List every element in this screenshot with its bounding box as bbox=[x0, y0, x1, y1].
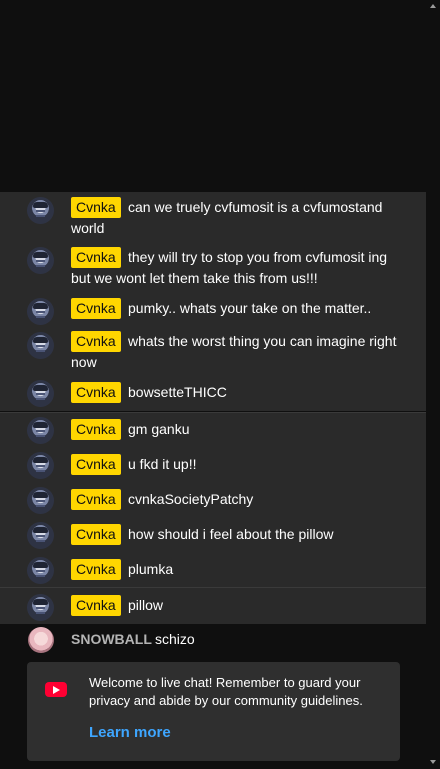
chat-message: Cvnka can we truely cvfumosit is a cvfum… bbox=[0, 192, 426, 244]
message-text: cvnkaSocietyPatchy bbox=[128, 491, 254, 507]
message-text: whats the worst thing you can imagine ri… bbox=[71, 333, 397, 370]
message-text: plumka bbox=[128, 561, 174, 577]
message-text: can we truely cvfumosit is a cvfumostand… bbox=[71, 199, 383, 236]
user-avatar[interactable] bbox=[27, 594, 54, 621]
highlighted-message-group: Cvnka pillow bbox=[0, 587, 426, 624]
chat-message: Cvnka whats the worst thing you can imag… bbox=[0, 330, 426, 375]
scroll-up-icon[interactable] bbox=[430, 4, 436, 8]
user-avatar[interactable] bbox=[27, 197, 54, 224]
chat-message: Cvnka cvnkaSocietyPatchy bbox=[0, 483, 426, 518]
chat-message: Cvnka how should i feel about the pillow bbox=[0, 518, 426, 553]
chat-message: Cvnka pillow bbox=[0, 588, 426, 624]
snowball-message-text: schizo bbox=[155, 631, 195, 647]
user-avatar[interactable] bbox=[27, 487, 54, 514]
highlighted-message-group: Cvnka can we truely cvfumosit is a cvfum… bbox=[0, 192, 426, 411]
video-blank-area bbox=[0, 0, 427, 192]
message-text: pumky.. whats your take on the matter.. bbox=[128, 300, 372, 316]
user-avatar[interactable] bbox=[27, 380, 54, 407]
chat-message: Cvnka they will try to stop you from cvf… bbox=[0, 244, 426, 296]
message-text: u fkd it up!! bbox=[128, 456, 197, 472]
youtube-icon bbox=[45, 682, 67, 697]
user-avatar[interactable] bbox=[27, 522, 54, 549]
highlighted-message-group: Cvnka gm ganku Cvnka u fkd it up!! Cvnka… bbox=[0, 412, 426, 587]
snowball-author-name[interactable]: SNOWBALL bbox=[71, 629, 152, 650]
message-text: they will try to stop you from cvfumosit… bbox=[71, 249, 388, 286]
message-text: gm ganku bbox=[128, 421, 190, 437]
message-text: how should i feel about the pillow bbox=[128, 526, 334, 542]
snowball-avatar[interactable] bbox=[28, 627, 54, 653]
scroll-down-icon[interactable] bbox=[430, 760, 436, 764]
message-text: bowsetteTHICC bbox=[128, 384, 227, 400]
chat-message: Cvnka pumky.. whats your take on the mat… bbox=[0, 296, 426, 330]
chat-message: Cvnka u fkd it up!! bbox=[0, 448, 426, 483]
learn-more-link[interactable]: Learn more bbox=[89, 722, 171, 743]
user-avatar[interactable] bbox=[27, 557, 54, 584]
chat-message: Cvnka bowsetteTHICC bbox=[0, 377, 426, 411]
chat-message: Cvnka gm ganku bbox=[0, 413, 426, 448]
chat-message: Cvnka plumka bbox=[0, 553, 426, 587]
message-text: pillow bbox=[128, 597, 164, 613]
user-avatar[interactable] bbox=[27, 247, 54, 274]
user-avatar[interactable] bbox=[27, 332, 54, 359]
user-avatar[interactable] bbox=[27, 452, 54, 479]
chat-scrollbar[interactable] bbox=[426, 0, 440, 769]
user-avatar[interactable] bbox=[27, 298, 54, 325]
user-avatar[interactable] bbox=[27, 417, 54, 444]
welcome-text: Welcome to live chat! Remember to guard … bbox=[89, 675, 363, 708]
welcome-card: Welcome to live chat! Remember to guard … bbox=[27, 662, 400, 761]
